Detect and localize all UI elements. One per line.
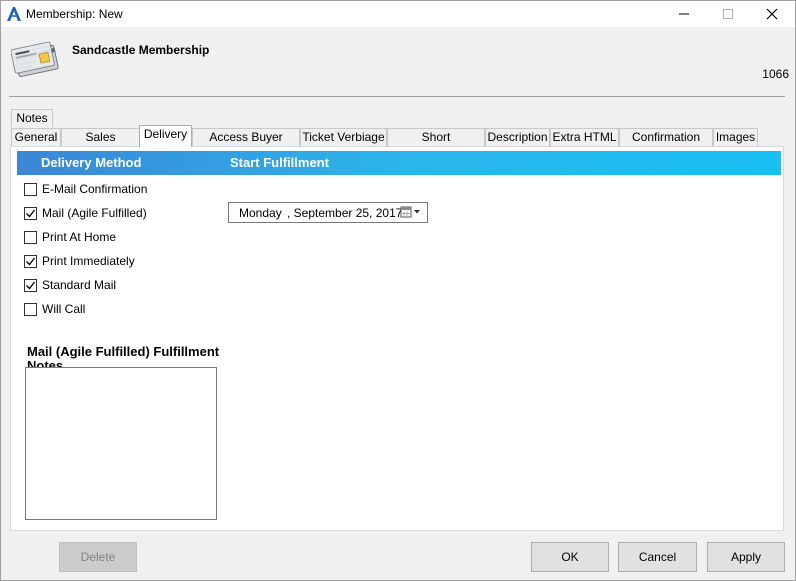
close-button[interactable]: [749, 1, 795, 27]
close-icon: [766, 8, 778, 20]
delivery-method-header: Delivery Method: [41, 155, 142, 170]
tab-confirmation-text[interactable]: Confirmation Text: [619, 128, 713, 161]
checkmark-icon: [26, 257, 36, 266]
checkbox-box[interactable]: [24, 254, 37, 268]
membership-card-icon: [11, 41, 59, 77]
membership-id: 1066: [762, 67, 789, 81]
tab-description[interactable]: Description: [485, 128, 550, 146]
checkbox-mail-agile-fulfilled[interactable]: Mail (Agile Fulfilled): [24, 205, 147, 221]
start-fulfillment-header: Start Fulfillment: [230, 155, 329, 170]
datepicker-date[interactable]: , September 25, 2017: [287, 206, 402, 220]
datepicker-day[interactable]: Monday: [239, 206, 282, 220]
tab-extra-html[interactable]: Extra HTML: [550, 128, 619, 146]
checkmark-icon: [26, 209, 36, 218]
tab-short-descriptives[interactable]: Short Descriptives: [387, 128, 485, 161]
checkbox-will-call[interactable]: Will Call: [24, 301, 85, 317]
calendar-dropdown-icon: [400, 206, 420, 218]
checkbox-label: Mail (Agile Fulfilled): [42, 206, 147, 220]
maximize-icon: [723, 9, 733, 19]
tab-images[interactable]: Images: [713, 128, 758, 146]
checkbox-email-confirmation[interactable]: E-Mail Confirmation: [24, 181, 147, 197]
checkbox-box[interactable]: [24, 302, 37, 316]
start-fulfillment-datepicker[interactable]: Monday , September 25, 2017: [228, 202, 428, 223]
ok-button[interactable]: OK: [531, 542, 609, 572]
tab-ticket-verbiage[interactable]: Ticket Verbiage: [300, 128, 387, 146]
section-header: Delivery Method Start Fulfillment: [17, 151, 781, 175]
tab-general[interactable]: General: [11, 128, 61, 146]
maximize-button[interactable]: [705, 1, 751, 27]
minimize-icon: [679, 13, 689, 15]
minimize-button[interactable]: [661, 1, 707, 27]
checkbox-box[interactable]: [24, 206, 37, 220]
checkbox-print-immediately[interactable]: Print Immediately: [24, 253, 135, 269]
checkbox-label: E-Mail Confirmation: [42, 182, 148, 196]
fulfillment-notes-input[interactable]: [25, 367, 217, 520]
checkbox-label: Standard Mail: [42, 278, 117, 292]
membership-window: Membership: New Sandcastle Membership 10…: [0, 0, 796, 581]
tab-delivery[interactable]: Delivery: [139, 125, 192, 147]
checkmark-icon: [26, 281, 36, 290]
title-bar: Membership: New: [1, 1, 795, 27]
checkbox-print-at-home[interactable]: Print At Home: [24, 229, 116, 245]
header-divider: [9, 96, 785, 97]
checkbox-box[interactable]: [24, 182, 37, 196]
app-logo-icon: [7, 7, 21, 21]
checkbox-box[interactable]: [24, 278, 37, 292]
delete-button[interactable]: Delete: [59, 542, 137, 572]
checkbox-label: Print At Home: [42, 230, 117, 244]
checkbox-standard-mail[interactable]: Standard Mail: [24, 277, 116, 293]
delivery-panel: Delivery Method Start Fulfillment E-Mail…: [10, 146, 784, 531]
tab-notes[interactable]: Notes: [11, 109, 53, 127]
checkbox-box[interactable]: [24, 230, 37, 244]
tab-access-buyer-types[interactable]: Access Buyer Types: [192, 128, 300, 161]
tab-sales-channel[interactable]: Sales Channel: [61, 128, 140, 161]
membership-name: Sandcastle Membership: [72, 43, 210, 57]
checkbox-label: Will Call: [42, 302, 86, 316]
cancel-button[interactable]: Cancel: [618, 542, 697, 572]
apply-button[interactable]: Apply: [707, 542, 785, 572]
datepicker-dropdown-button[interactable]: [399, 205, 425, 220]
checkbox-label: Print Immediately: [42, 254, 135, 268]
window-title: Membership: New: [26, 7, 123, 21]
